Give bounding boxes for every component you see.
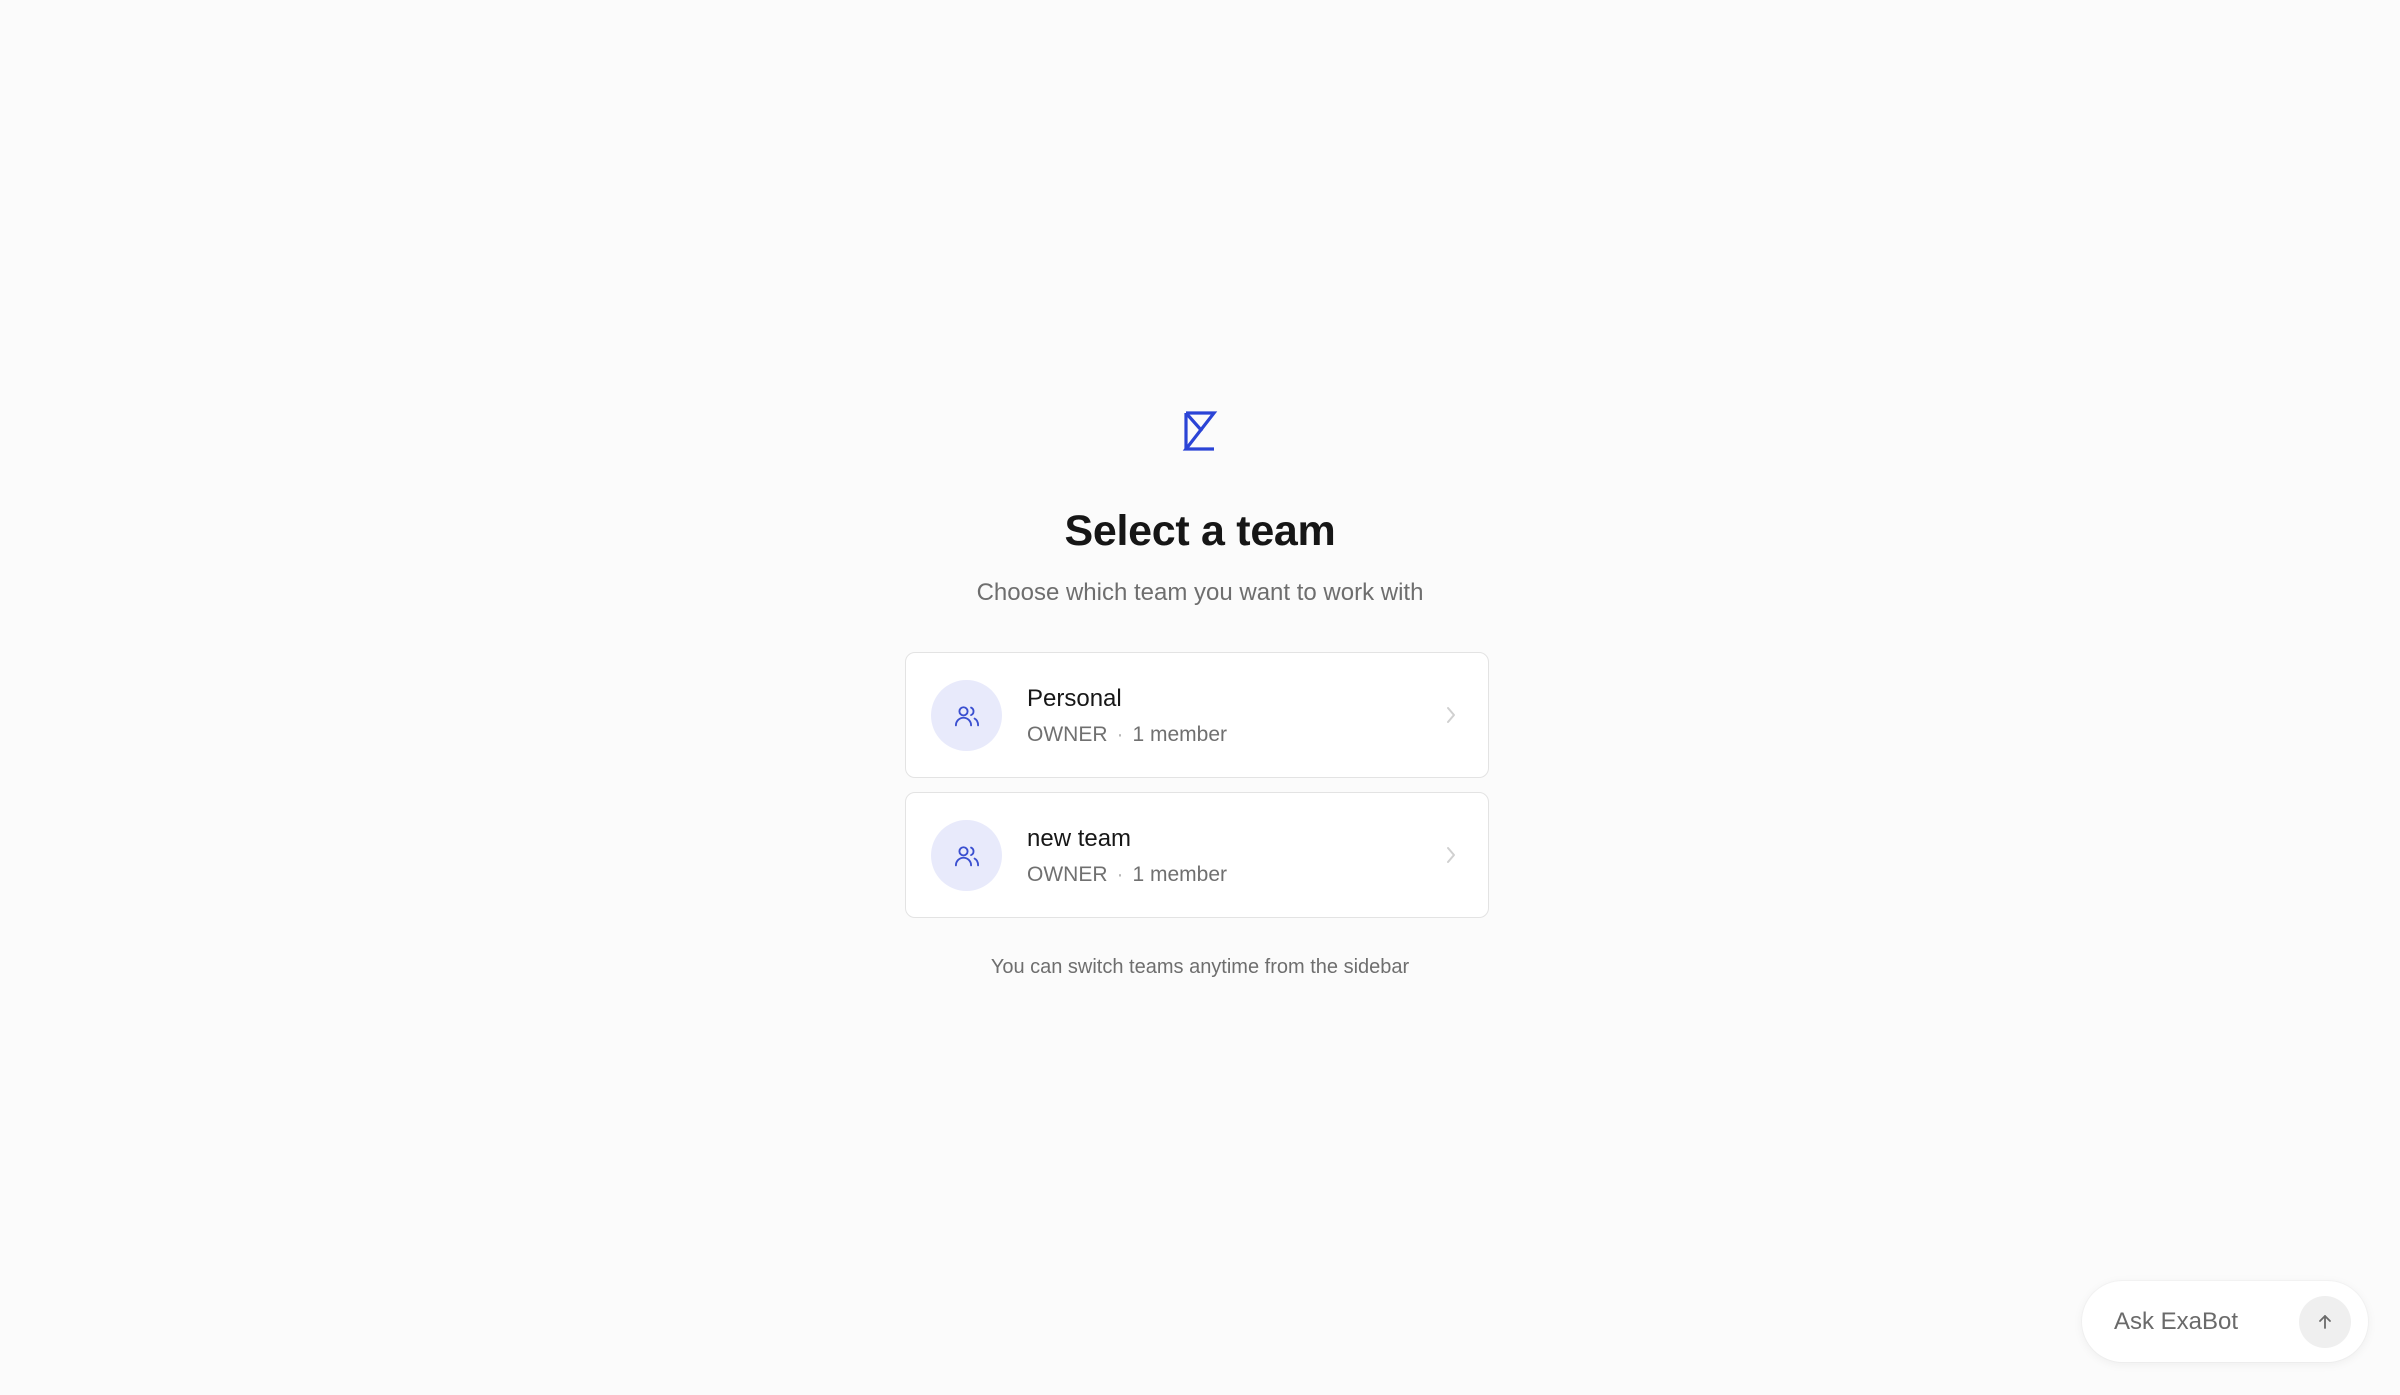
team-avatar (931, 680, 1002, 751)
team-member-count: 1 member (1132, 723, 1228, 746)
team-list: Personal OWNER · 1 member new team OWNER · 1… (905, 652, 1489, 932)
team-meta: OWNER · 1 member (1027, 721, 1227, 749)
send-button[interactable] (2299, 1296, 2351, 1348)
team-card-new-team[interactable]: new team OWNER · 1 member (905, 792, 1489, 918)
team-select-page: Select a team Choose which team you want… (0, 0, 2400, 1395)
chevron-right-icon (1447, 707, 1455, 723)
team-name: new team (1027, 825, 1132, 852)
team-name: Personal (1027, 685, 1122, 712)
hourglass-logo-icon (1182, 411, 1218, 451)
team-avatar (931, 820, 1002, 891)
team-card-personal[interactable]: Personal OWNER · 1 member (905, 652, 1489, 778)
team-role: OWNER (1027, 723, 1108, 746)
team-member-count: 1 member (1132, 863, 1228, 886)
meta-separator: · (1116, 863, 1124, 886)
page-subtitle: Choose which team you want to work with (976, 579, 1424, 606)
team-role: OWNER (1027, 863, 1108, 886)
ask-exabot-widget (2082, 1281, 2368, 1362)
meta-separator: · (1116, 723, 1124, 746)
footer-note: You can switch teams anytime from the si… (990, 956, 1410, 978)
team-meta: OWNER · 1 member (1027, 861, 1227, 889)
chevron-right-icon (1447, 847, 1455, 863)
page-title: Select a team (1064, 507, 1336, 555)
arrow-up-icon (2319, 1315, 2331, 1329)
users-icon (954, 705, 979, 726)
users-icon (954, 845, 979, 866)
ask-exabot-input[interactable] (2114, 1303, 2284, 1341)
